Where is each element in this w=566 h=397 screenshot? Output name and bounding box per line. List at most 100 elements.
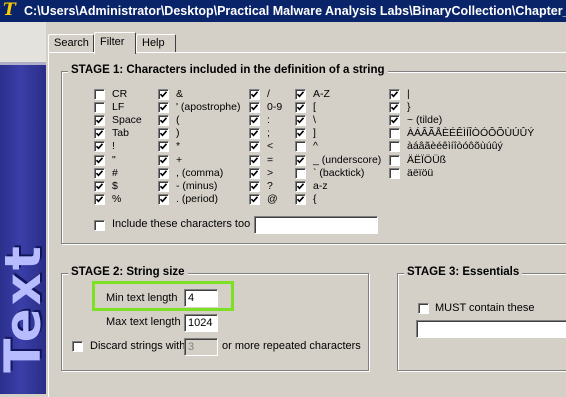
- char-checkbox[interactable]: [249, 102, 260, 114]
- char-checkbox[interactable]: [295, 141, 306, 153]
- char-checkbox[interactable]: [94, 102, 105, 114]
- char-label: =: [267, 153, 274, 166]
- must-contain-label: MUST contain these: [435, 302, 535, 314]
- window-title: C:\Users\Administrator\Desktop\Practical…: [24, 4, 566, 18]
- char-label: (: [176, 114, 180, 127]
- char-label: !: [112, 140, 115, 153]
- char-checkbox[interactable]: [249, 193, 260, 205]
- min-length-highlight: [92, 281, 234, 311]
- char-label: *: [176, 140, 181, 153]
- max-length-input[interactable]: 1024: [184, 314, 218, 332]
- char-checkbox[interactable]: [158, 167, 169, 179]
- char-label: ?: [267, 179, 273, 192]
- char-label: ]: [313, 127, 316, 140]
- discard-repeated-checkbox[interactable]: [72, 341, 83, 352]
- char-checkbox[interactable]: [295, 89, 306, 100]
- char-label: ÄËÏÖÜß: [407, 153, 447, 166]
- side-logo: Text: [0, 222, 46, 394]
- char-label: àáâãèéêìíîòóôõùúûý: [407, 140, 503, 153]
- char-label: äëïöü: [407, 166, 434, 179]
- char-label: /: [267, 88, 270, 100]
- char-label: <: [267, 140, 274, 153]
- char-checkbox[interactable]: [295, 167, 306, 179]
- char-checkbox[interactable]: [389, 154, 400, 166]
- window-titlebar[interactable]: T C:\Users\Administrator\Desktop\Practic…: [0, 0, 566, 22]
- stage1-title: STAGE 1: Characters included in the defi…: [68, 64, 388, 76]
- char-checkbox[interactable]: [94, 180, 105, 192]
- char-checkbox[interactable]: [158, 115, 169, 127]
- discard-repeated-label: Discard strings with: [90, 340, 186, 352]
- must-contain-input[interactable]: [416, 320, 566, 338]
- char-label: ` (backtick): [313, 166, 365, 179]
- char-checkbox[interactable]: [389, 141, 400, 153]
- filter-panel: STAGE 1: Characters included in the defi…: [48, 52, 566, 397]
- char-label: Tab: [112, 127, 129, 140]
- discard-repeated-input[interactable]: 3: [184, 338, 218, 356]
- char-checkbox[interactable]: [158, 89, 169, 100]
- char-label: ": [112, 153, 116, 166]
- char-label: 0-9: [267, 101, 283, 114]
- include-chars-label: Include these characters too: [112, 218, 251, 230]
- char-checkbox[interactable]: [158, 128, 169, 140]
- tab-search[interactable]: Search: [48, 34, 94, 52]
- char-checkbox[interactable]: [389, 115, 400, 127]
- char-checkbox[interactable]: [389, 128, 400, 140]
- char-checkbox[interactable]: [249, 180, 260, 192]
- char-checkbox[interactable]: [94, 154, 105, 166]
- char-checkbox[interactable]: [249, 128, 260, 140]
- char-checkbox[interactable]: [249, 167, 260, 179]
- stage3-groupbox: STAGE 3: Essentials MUST contain these: [397, 266, 566, 371]
- char-checkbox[interactable]: [295, 115, 306, 127]
- char-label: A-Z: [313, 88, 330, 100]
- app-t-icon: T: [3, 0, 16, 20]
- char-checkbox[interactable]: [295, 193, 306, 205]
- char-checkbox[interactable]: [94, 141, 105, 153]
- include-chars-checkbox[interactable]: [94, 220, 105, 231]
- char-label: ^: [313, 140, 318, 153]
- char-label: }: [407, 101, 411, 114]
- char-checkbox[interactable]: [295, 102, 306, 114]
- tab-filter[interactable]: Filter: [94, 32, 136, 54]
- char-checkbox[interactable]: [158, 193, 169, 205]
- char-checkbox[interactable]: [389, 102, 400, 114]
- char-checkbox[interactable]: [295, 180, 306, 192]
- char-checkbox[interactable]: [94, 89, 105, 100]
- char-label: , (comma): [176, 166, 224, 179]
- char-label: |: [407, 88, 410, 100]
- char-label: - (minus): [176, 179, 218, 192]
- char-label: a-z: [313, 179, 328, 192]
- char-label: _ (underscore): [313, 153, 382, 166]
- char-checkbox[interactable]: [389, 167, 400, 179]
- char-checkbox[interactable]: [249, 154, 260, 166]
- char-label: &: [176, 88, 184, 100]
- char-label: @: [267, 192, 278, 205]
- char-label: ): [176, 127, 180, 140]
- char-checkbox[interactable]: [295, 154, 306, 166]
- char-checkbox[interactable]: [158, 102, 169, 114]
- tab-help[interactable]: Help: [136, 34, 176, 52]
- side-logo-text: Text: [0, 243, 46, 373]
- side-panel-strip: [0, 22, 46, 62]
- include-chars-input[interactable]: [254, 216, 378, 234]
- char-checkbox[interactable]: [158, 180, 169, 192]
- char-label: ;: [267, 127, 270, 140]
- char-checkbox[interactable]: [94, 167, 105, 179]
- char-checkbox[interactable]: [94, 115, 105, 127]
- side-panel-strip-line: [0, 62, 46, 65]
- discard-repeated-suffix: or more repeated characters: [222, 340, 361, 352]
- char-checkbox[interactable]: [94, 193, 105, 205]
- char-checkbox[interactable]: [158, 141, 169, 153]
- char-checkbox[interactable]: [249, 89, 260, 100]
- char-label: #: [112, 166, 118, 179]
- char-checkbox[interactable]: [94, 128, 105, 140]
- char-label: . (period): [176, 192, 219, 205]
- char-checkbox[interactable]: [389, 89, 400, 100]
- char-checkbox[interactable]: [158, 154, 169, 166]
- char-label: Space: [112, 114, 142, 127]
- stage3-title: STAGE 3: Essentials: [404, 266, 523, 278]
- char-checkbox[interactable]: [249, 115, 260, 127]
- must-contain-checkbox[interactable]: [418, 303, 429, 314]
- char-checkbox[interactable]: [295, 128, 306, 140]
- max-length-label: Max text length: [106, 316, 181, 328]
- char-checkbox[interactable]: [249, 141, 260, 153]
